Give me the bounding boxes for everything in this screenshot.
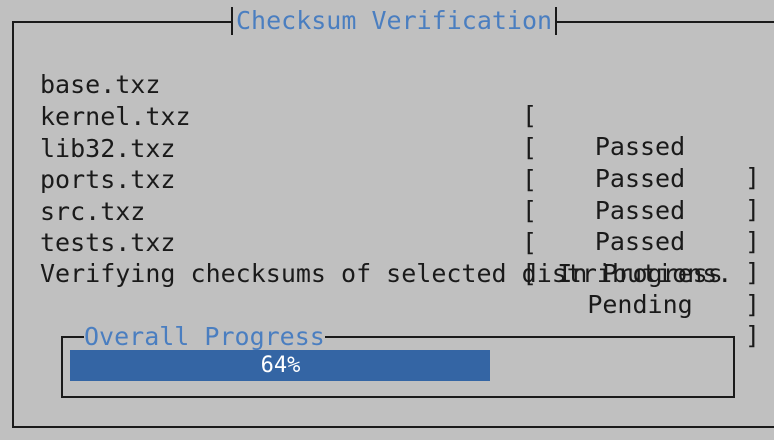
file-name: tests.txz [40, 228, 176, 257]
file-row: kernel.txz [ Passed ] [0, 70, 774, 224]
progress-bar: 64% [70, 350, 726, 381]
status-bracket-close: ] [745, 290, 761, 319]
file-status: Passed [594, 227, 686, 256]
file-row: base.txz [ Passed ] [0, 38, 774, 192]
progress-percent: 64% [260, 353, 301, 378]
file-row: ports.txz [ Passed ] [0, 133, 774, 287]
file-row: src.txz [ In Progress ] [0, 165, 774, 319]
checksum-dialog: Checksum Verification base.txz [ Passed … [0, 0, 774, 440]
progress-label: Overall Progress [84, 322, 325, 351]
status-bracket-open: [ [522, 228, 538, 257]
status-bracket-close: ] [745, 227, 761, 256]
status-bracket-close: ] [745, 258, 761, 287]
file-status: Pending [587, 290, 693, 319]
dialog-title: Checksum Verification [231, 7, 558, 35]
status-bracket-close: ] [745, 321, 761, 350]
file-row: tests.txz [ Pending ] [0, 196, 774, 350]
file-row: lib32.txz [ Passed ] [0, 102, 774, 256]
status-message: Verifying checksums of selected distribu… [40, 259, 733, 288]
